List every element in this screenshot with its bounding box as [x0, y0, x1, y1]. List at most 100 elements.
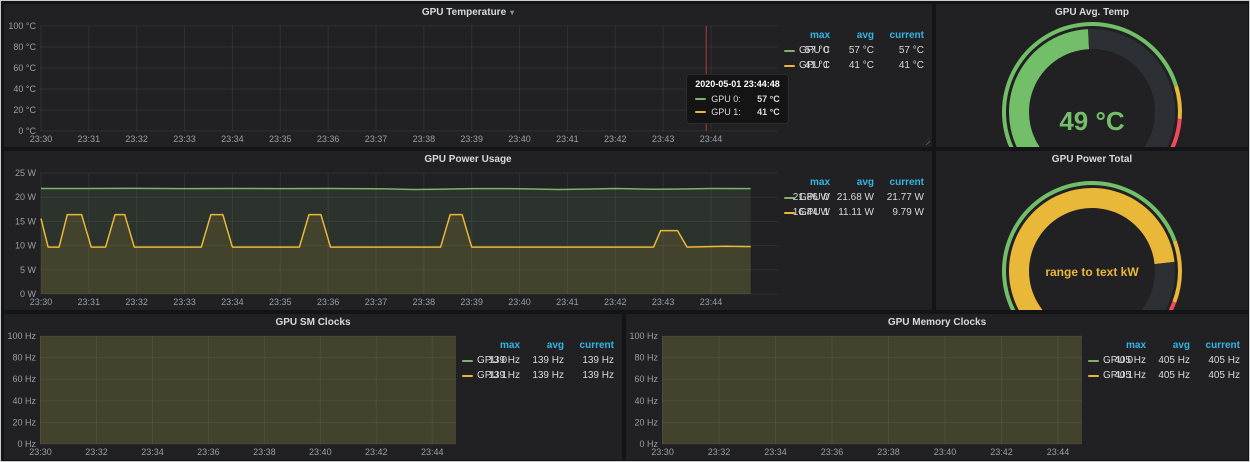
panel-title-gpu-memory-clocks[interactable]: GPU Memory Clocks [626, 314, 1248, 332]
chart-canvas: 0 Hz20 Hz40 Hz60 Hz80 Hz100 Hz23:3023:32… [4, 332, 462, 460]
legend-row: GPU 1139 Hz139 Hz139 Hz [462, 368, 614, 383]
panel-title-gpu-temperature[interactable]: GPU Temperature▾ [4, 4, 932, 22]
x-axis-tick-label: 23:31 [78, 297, 101, 307]
x-axis-tick-label: 23:30 [29, 447, 52, 457]
legend-series-name[interactable]: GPU 0 [462, 355, 474, 366]
y-axis-tick-label: 80 °C [13, 42, 36, 52]
legend-stat-avg: 405 Hz [1146, 370, 1190, 381]
chart-canvas: 0 Hz20 Hz40 Hz60 Hz80 Hz100 Hz23:3023:32… [626, 332, 1088, 460]
time-series-plot-gpu-sm-clocks[interactable]: 0 Hz20 Hz40 Hz60 Hz80 Hz100 Hz23:3023:32… [4, 332, 462, 460]
legend-series-name[interactable]: GPU 1 [462, 370, 474, 381]
time-series-plot-gpu-memory-clocks[interactable]: 0 Hz20 Hz40 Hz60 Hz80 Hz100 Hz23:3023:32… [626, 332, 1088, 460]
legend-row: GPU 057 °C57 °C57 °C [784, 43, 924, 58]
tooltip-series-value: 41 °C [747, 107, 780, 117]
y-axis-tick-label: 20 °C [13, 105, 36, 115]
legend-stat-current: 139 Hz [564, 370, 614, 381]
legend-header-current[interactable]: current [1190, 340, 1240, 351]
y-axis-tick-label: 40 °C [13, 84, 36, 94]
legend-stat-max: 57 °C [784, 45, 830, 56]
y-axis-tick-label: 100 Hz [629, 332, 658, 341]
legend-header-row: maxavgcurrent [784, 175, 924, 190]
legend-row: GPU 0405 Hz405 Hz405 Hz [1088, 353, 1240, 368]
series-area [662, 336, 1082, 444]
legend-header-current[interactable]: current [874, 177, 924, 188]
y-axis-tick-label: 15 W [15, 216, 37, 226]
series-color-dash [462, 360, 473, 362]
legend-stat-current: 21.77 W [874, 192, 924, 203]
series-color-dash [695, 111, 706, 113]
panel-title-text: GPU Temperature [422, 7, 506, 18]
legend-header-current[interactable]: current [564, 340, 614, 351]
x-axis-tick-label: 23:35 [269, 297, 292, 307]
x-axis-tick-label: 23:33 [173, 134, 196, 144]
y-axis-tick-label: 100 Hz [7, 332, 36, 341]
x-axis-tick-label: 23:44 [700, 134, 723, 144]
y-axis-tick-label: 10 W [15, 241, 37, 251]
series-color-dash [462, 375, 473, 377]
legend-stat-current: 405 Hz [1190, 370, 1240, 381]
tooltip-series-row: GPU 1: 41 °C [695, 105, 780, 118]
legend-series-name[interactable]: GPU 1 [1088, 370, 1100, 381]
x-axis-tick-label: 23:30 [651, 447, 674, 457]
legend-header-max[interactable]: max [784, 177, 830, 188]
y-axis-tick-label: 20 Hz [12, 417, 36, 427]
x-axis-tick-label: 23:38 [253, 447, 276, 457]
tooltip-timestamp: 2020-05-01 23:44:48 [695, 79, 780, 89]
legend-header-max[interactable]: max [784, 30, 830, 41]
legend-row: GPU 141 °C41 °C41 °C [784, 58, 924, 73]
panel-gpu-power-total: GPU Power Total range to text kW [936, 151, 1248, 310]
legend-header-current[interactable]: current [874, 30, 924, 41]
legend-stat-avg: 11.11 W [830, 207, 874, 218]
legend-header-avg[interactable]: avg [830, 177, 874, 188]
legend-stat-avg: 41 °C [830, 60, 874, 71]
x-axis-tick-label: 23:38 [877, 447, 900, 457]
y-axis-tick-label: 40 Hz [634, 396, 658, 406]
panel-gpu-memory-clocks: GPU Memory Clocks 0 Hz20 Hz40 Hz60 Hz80 … [626, 314, 1248, 460]
tooltip-series-name: GPU 1: [711, 107, 741, 117]
panel-title-gpu-power-usage[interactable]: GPU Power Usage [4, 151, 932, 169]
panel-title-gpu-power-total[interactable]: GPU Power Total [936, 151, 1248, 169]
panel-title-gpu-avg-temp[interactable]: GPU Avg. Temp [936, 4, 1248, 22]
legend-header-avg[interactable]: avg [520, 340, 564, 351]
y-axis-tick-label: 25 W [15, 169, 37, 178]
series-color-dash [695, 98, 706, 100]
x-axis-tick-label: 23:33 [173, 297, 196, 307]
legend-stat-current: 41 °C [874, 60, 924, 71]
legend-stat-max: 405 Hz [1100, 370, 1146, 381]
panel-title-text: GPU Power Usage [424, 154, 511, 165]
legend-header-max[interactable]: max [474, 340, 520, 351]
legend-stat-current: 139 Hz [564, 355, 614, 366]
x-axis-tick-label: 23:37 [365, 297, 388, 307]
x-axis-tick-label: 23:32 [85, 447, 108, 457]
legend-header-avg[interactable]: avg [1146, 340, 1190, 351]
legend-table-gpu-memory-clocks: maxavgcurrentGPU 0405 Hz405 Hz405 HzGPU … [1088, 332, 1248, 460]
time-series-plot-gpu-power-usage[interactable]: 0 W5 W10 W15 W20 W25 W23:3023:3123:3223:… [4, 169, 784, 310]
legend-series-name[interactable]: GPU 0 [1088, 355, 1100, 366]
x-axis-tick-label: 23:38 [413, 297, 436, 307]
x-axis-tick-label: 23:31 [78, 134, 101, 144]
y-axis-tick-label: 80 Hz [12, 353, 36, 363]
y-axis-tick-label: 20 W [15, 192, 37, 202]
legend-stat-avg: 139 Hz [520, 355, 564, 366]
panel-gpu-sm-clocks: GPU SM Clocks 0 Hz20 Hz40 Hz60 Hz80 Hz10… [4, 314, 622, 460]
panel-title-text: GPU Power Total [1052, 154, 1132, 165]
x-axis-tick-label: 23:41 [556, 297, 579, 307]
x-axis-tick-label: 23:42 [990, 447, 1013, 457]
legend-header-avg[interactable]: avg [830, 30, 874, 41]
legend-row: GPU 021.86 W21.68 W21.77 W [784, 190, 924, 205]
y-axis-tick-label: 60 °C [13, 63, 36, 73]
x-axis-tick-label: 23:39 [460, 134, 483, 144]
x-axis-tick-label: 23:35 [269, 134, 292, 144]
time-series-plot-gpu-temperature[interactable]: 0 °C20 °C40 °C60 °C80 °C100 °C23:3023:31… [4, 22, 784, 147]
panel-title-gpu-sm-clocks[interactable]: GPU SM Clocks [4, 314, 622, 332]
x-axis-tick-label: 23:38 [413, 134, 436, 144]
legend-stat-max: 16.44 W [784, 207, 830, 218]
series-color-dash [1088, 375, 1099, 377]
panel-title-text: GPU Memory Clocks [888, 317, 986, 328]
legend-stat-max: 405 Hz [1100, 355, 1146, 366]
legend-header-max[interactable]: max [1100, 340, 1146, 351]
legend-stat-max: 139 Hz [474, 370, 520, 381]
x-axis-tick-label: 23:34 [764, 447, 787, 457]
x-axis-tick-label: 23:34 [141, 447, 164, 457]
x-axis-tick-label: 23:40 [508, 297, 531, 307]
